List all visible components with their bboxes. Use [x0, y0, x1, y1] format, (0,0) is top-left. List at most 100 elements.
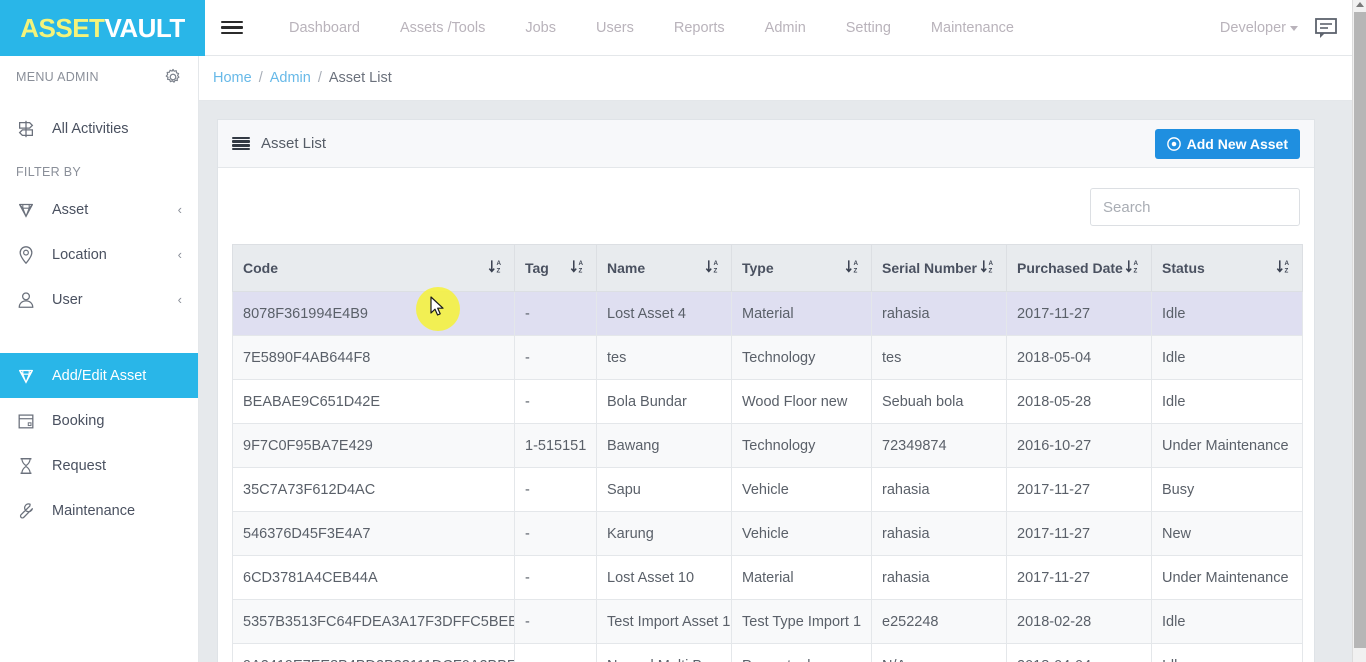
sort-alpha-asc-icon: AZ: [705, 258, 722, 278]
sidebar-item-booking[interactable]: Booking: [0, 398, 198, 443]
nav-right-group: Developer: [1220, 0, 1338, 56]
table-row[interactable]: BEABAE9C651D42E - Bola Bundar Wood Floor ne…: [232, 379, 1303, 424]
table-header-row: Code AZ Tag AZ Name A Z Type A Z Serial …: [232, 244, 1303, 292]
cell-serial: rahasia: [871, 555, 1007, 600]
column-header-name[interactable]: Name AZ: [596, 244, 732, 292]
cell-tag: -: [514, 335, 597, 380]
cell-name: Test Import Asset 1: [596, 599, 732, 644]
cell-purchased: 2018-05-28: [1006, 379, 1152, 424]
column-header-purchased-date-label: Purchased Date: [1017, 260, 1123, 276]
table-row[interactable]: 9F7C0F95BA7E429 1-515151 Bawang Technology 7…: [232, 423, 1303, 468]
wrench-icon: [16, 501, 42, 521]
sidebar-item-all-activities[interactable]: All Activities: [0, 106, 198, 151]
svg-text:Z: Z: [1285, 267, 1289, 274]
scrollbar-thumb[interactable]: [1354, 12, 1366, 648]
table-row[interactable]: 5357B3513FC64FDEA3A17F3DFFC5BEBD - Test Im…: [232, 599, 1303, 644]
app-logo[interactable]: ASSETVAULT: [0, 0, 205, 56]
cell-serial: rahasia: [871, 467, 1007, 512]
cell-tag: -: [514, 511, 597, 556]
card-body: Code AZ Tag AZ: [218, 168, 1314, 662]
top-bar: ASSETVAULT Dashboard Assets /Tools Jobs …: [0, 0, 1352, 56]
nav-item-assets-tools[interactable]: Assets /Tools: [380, 20, 505, 36]
cell-serial: e252248: [871, 599, 1007, 644]
column-header-code[interactable]: Code AZ: [232, 244, 515, 292]
cell-serial: rahasia: [871, 511, 1007, 556]
column-header-name-label: Name: [607, 260, 646, 276]
svg-text:Z: Z: [854, 267, 858, 274]
vertical-scrollbar[interactable]: [1352, 0, 1366, 662]
column-header-tag[interactable]: Tag AZ: [514, 244, 597, 292]
column-header-tag-label: Tag: [525, 260, 549, 276]
diamond-icon: [16, 200, 42, 220]
cell-type: Wood Floor new: [731, 379, 872, 424]
search-input[interactable]: [1090, 188, 1300, 226]
column-header-status-label: Status: [1162, 260, 1205, 276]
page-body: Asset List Add New Asset Search Code A Z…: [199, 101, 1352, 662]
sidebar-item-user[interactable]: User ‹: [0, 277, 198, 322]
cell-status: Idle: [1151, 379, 1303, 424]
cell-status: New: [1151, 511, 1303, 556]
cell-code: 7E5890F4AB644F8: [232, 335, 515, 380]
sidebar-item-asset-label: Asset: [52, 201, 89, 218]
table-row[interactable]: 35C7A73F612D4AC - Sapu Vehicle rahasia 2017-1…: [232, 467, 1303, 512]
logo-text-vault: VAULT: [104, 12, 185, 43]
breadcrumb-home[interactable]: Home: [213, 70, 252, 86]
sort-alpha-asc-icon: AZ: [570, 258, 587, 278]
sort-alpha-asc-icon: AZ: [845, 258, 862, 278]
user-menu[interactable]: Developer: [1220, 20, 1298, 36]
cell-type: Vehicle: [731, 467, 872, 512]
chevron-left-icon: ‹: [177, 202, 182, 217]
nav-item-reports[interactable]: Reports: [654, 20, 745, 36]
nav-item-admin[interactable]: Admin: [745, 20, 826, 36]
scroll-up-arrow-icon[interactable]: [1356, 2, 1364, 7]
user-icon: [16, 290, 42, 310]
list-icon: [232, 136, 250, 151]
add-new-asset-button[interactable]: Add New Asset: [1154, 129, 1300, 159]
hamburger-icon[interactable]: [221, 18, 247, 38]
sort-alpha-asc-icon: AZ: [980, 258, 997, 278]
cell-status: Busy: [1151, 467, 1303, 512]
cell-status: Idle: [1151, 335, 1303, 380]
logo-text: ASSETVAULT: [20, 13, 185, 44]
nav-item-maintenance[interactable]: Maintenance: [911, 20, 1034, 36]
sidebar-item-location[interactable]: Location ‹: [0, 232, 198, 277]
table-row[interactable]: 8078F361994E4B9- Lost Asset 4 Material raha…: [232, 291, 1303, 336]
cell-code: 546376D45F3E4A7: [232, 511, 515, 556]
cell-status: Under Maintenance: [1151, 423, 1303, 468]
breadcrumb: Home / Admin / Asset List: [199, 56, 1352, 101]
nav-item-users[interactable]: Users: [576, 20, 654, 36]
chat-bubble-icon[interactable]: [1314, 17, 1338, 39]
cell-tag: -: [514, 379, 597, 424]
table-row[interactable]: 6CD3781A4CEB44A - Lost Asset 10 Material rah…: [232, 555, 1303, 600]
cell-purchased: 2018-02-28: [1006, 599, 1152, 644]
nav-item-setting[interactable]: Setting: [826, 20, 911, 36]
sidebar-item-asset[interactable]: Asset ‹: [0, 187, 198, 232]
column-header-serial-number-label: Serial Number: [882, 260, 977, 276]
table-row[interactable]: 9A2419E7EE8B4BD2B33111DCF0A2BBEC Nomad Mu…: [232, 643, 1303, 662]
cell-name: Bawang: [596, 423, 732, 468]
sidebar-item-request[interactable]: Request: [0, 443, 198, 488]
map-pin-icon: [16, 245, 42, 265]
sort-alpha-asc-icon: AZ: [1125, 258, 1142, 278]
card-header-left: Asset List: [232, 135, 326, 152]
cell-type: Vehicle: [731, 511, 872, 556]
nav-item-jobs[interactable]: Jobs: [505, 20, 576, 36]
column-header-status[interactable]: Status AZ: [1151, 244, 1303, 292]
chevron-left-icon: ‹: [177, 247, 182, 262]
cell-tag: 1-515151: [514, 423, 597, 468]
svg-text:Z: Z: [579, 267, 583, 274]
column-header-serial-number[interactable]: Serial Number AZ: [871, 244, 1007, 292]
column-header-purchased-date[interactable]: Purchased Date AZ: [1006, 244, 1152, 292]
cell-name: Nomad Multi Box: [596, 643, 732, 662]
breadcrumb-admin[interactable]: Admin: [270, 70, 311, 86]
nav-item-dashboard[interactable]: Dashboard: [269, 20, 380, 36]
sidebar-item-maintenance[interactable]: Maintenance: [0, 488, 198, 533]
sidebar-item-add-edit-asset[interactable]: Add/Edit Asset: [0, 353, 198, 398]
search-row: [232, 188, 1300, 226]
cell-serial: Sebuah bola: [871, 379, 1007, 424]
column-header-type[interactable]: Type AZ: [731, 244, 872, 292]
table-row[interactable]: 546376D45F3E4A7- Karung Vehicle rahasia 2017…: [232, 511, 1303, 556]
gear-icon[interactable]: [164, 68, 182, 86]
table-row[interactable]: 7E5890F4AB644F8- tes Technology tes 2018-05-…: [232, 335, 1303, 380]
